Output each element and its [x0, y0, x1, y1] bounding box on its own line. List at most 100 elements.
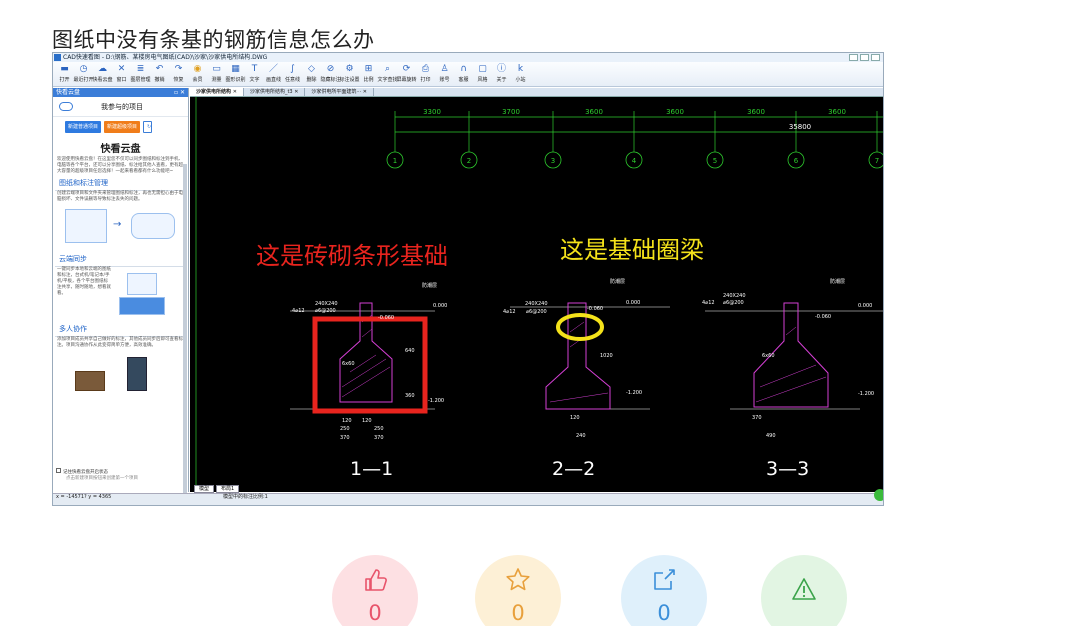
my-projects-row[interactable]: 我参与的项目 — [53, 97, 188, 117]
s1-dim-370b: 370 — [374, 435, 384, 441]
like-button[interactable]: 0 — [332, 555, 418, 626]
s1-rebar-tie: ⌀6@200 — [315, 308, 336, 314]
toolbar-button-24[interactable]: k 小站 — [511, 62, 530, 87]
toolbar-button-11[interactable]: ／ 画直线 — [264, 62, 283, 87]
toolbar-button-17[interactable]: ⌕ 文字查找 — [378, 62, 398, 87]
toolbar-button-21[interactable]: ∩ 客服 — [454, 62, 473, 87]
measure-icon: ▭ — [212, 64, 221, 74]
dim-3: 3600 — [585, 108, 603, 116]
tab-doc-1[interactable]: 沙家供电所结构 ✕ — [190, 88, 244, 96]
axis-7: 7 — [875, 157, 879, 165]
toolbar-button-14[interactable]: ⊘ 隐藏标注 — [320, 62, 341, 87]
sidebar-close-icon[interactable]: ▫ ✕ — [174, 88, 185, 97]
toolbar-button-3[interactable]: ✕ 窗口 — [112, 62, 131, 87]
vip-icon: ◉ — [193, 64, 202, 74]
minimize-icon[interactable] — [849, 54, 858, 61]
s2-dim-240: 240 — [576, 433, 586, 439]
toolbar-button-label: 文字 — [249, 77, 260, 83]
toolbar-button-8[interactable]: ▭ 测量 — [207, 62, 226, 87]
toolbar-button-label: 小站 — [515, 77, 526, 83]
cad-screenshot: CAD快速看图 - D:\钢筋、某楼房电气图纸(CAD)\沙家\沙家供电所结构.… — [52, 52, 884, 506]
axis-4: 4 — [632, 157, 637, 165]
toolbar-button-19[interactable]: ⎙ 打印 — [416, 62, 435, 87]
s3-rebar-tie: ⌀6@200 — [723, 300, 744, 306]
toolbar-button-label: 隐藏标注 — [320, 77, 341, 83]
toolbar-button-9[interactable]: ▦ 图形识别 — [226, 62, 246, 87]
sync-illustration — [117, 269, 177, 319]
toolbar-button-15[interactable]: ⚙ 标注设置 — [340, 62, 360, 87]
cursor-coords: x = -14571? y = 4365 — [56, 494, 112, 500]
toolbar-button-22[interactable]: ▢ 风格 — [473, 62, 492, 87]
toolbar-button-18[interactable]: ⟳ 屏幕旋转 — [397, 62, 417, 87]
tab-doc-2[interactable]: 沙家供电所结构_t3 ✕ — [244, 88, 306, 96]
remember-label: 记住快看云盘开启状态 — [63, 470, 108, 475]
toolbar-button-2[interactable]: ☁ 快看云盘 — [93, 62, 113, 87]
toolbar-button-label: 打印 — [420, 77, 431, 83]
toolbar-button-4[interactable]: ≣ 图层管理 — [131, 62, 151, 87]
toolbar-button-0[interactable]: ▬ 打开 — [55, 62, 74, 87]
tab-layout1[interactable]: 布局1 — [216, 485, 240, 493]
share-count: 0 — [657, 601, 671, 625]
toolbar-button-12[interactable]: ∫ 任意线 — [283, 62, 302, 87]
s1-level-1: -0.060 — [378, 315, 394, 321]
section-2-2: 防潮层 240X240 4⌀12 ⌀6@200 0.000 -0.060 -1.… — [503, 278, 670, 480]
toolbar-button-10[interactable]: T 文字 — [245, 62, 264, 87]
toolbar-button-1[interactable]: ◷ 最近打开 — [73, 62, 94, 87]
assist-icon[interactable] — [874, 489, 883, 501]
toolbar-button-13[interactable]: ◇ 删除 — [302, 62, 321, 87]
s3-level-0: 0.000 — [858, 303, 872, 309]
s1-floor: 防潮层 — [422, 282, 437, 289]
s3-floor: 防潮层 — [830, 278, 845, 285]
s3-dim-490: 490 — [766, 433, 776, 439]
new-advanced-project-button[interactable]: 新建超级项目 — [104, 121, 141, 133]
s2-rebar-tie: ⌀6@200 — [526, 309, 547, 315]
s2-level-2: -1.200 — [626, 390, 642, 396]
section-2-label: 2—2 — [552, 458, 595, 480]
s2-rebar-main: 4⌀12 — [503, 309, 516, 315]
axis-2: 2 — [467, 157, 471, 165]
note-ring-beam: 这是基础圈梁 — [560, 236, 704, 264]
new-normal-project-button[interactable]: 新建普通项目 — [65, 121, 102, 133]
style-icon: ▢ — [478, 64, 487, 74]
section-3-3: 防潮层 240X240 4⌀12 ⌀6@200 0.000 -0.060 -1.… — [702, 278, 883, 480]
favorite-button[interactable]: 0 — [475, 555, 561, 626]
toolbar-button-16[interactable]: ⊞ 比例 — [359, 62, 378, 87]
star-icon — [506, 568, 530, 591]
s2-beam: 240X240 — [525, 301, 548, 307]
maximize-icon[interactable] — [860, 54, 869, 61]
remember-checkbox[interactable] — [56, 468, 61, 473]
toolbar-button-20[interactable]: ♙ 账号 — [435, 62, 454, 87]
refresh-icon[interactable]: ↻ — [143, 121, 153, 133]
hide-icon: ⊘ — [326, 64, 335, 74]
s1-level-2: -1.200 — [428, 398, 444, 404]
sidebar-scrollbar[interactable] — [183, 164, 187, 504]
toolbar-button-5[interactable]: ↶ 撤销 — [150, 62, 169, 87]
toolbar-button-7[interactable]: ◉ 会员 — [188, 62, 207, 87]
project-button-row: 新建普通项目 新建超级项目 ↻ — [53, 117, 188, 137]
toolbar-button-label: 最近打开 — [73, 77, 94, 83]
text-icon: T — [251, 64, 258, 74]
window-icon: ✕ — [117, 64, 126, 74]
tab-model[interactable]: 模型 — [194, 485, 215, 493]
axis-6: 6 — [794, 157, 799, 165]
s1-dim-640: 640 — [405, 348, 415, 354]
toolbar-button-6[interactable]: ↷ 恢复 — [169, 62, 188, 87]
share-icon — [654, 569, 675, 590]
k-icon: k — [517, 64, 524, 74]
tab-doc-3[interactable]: 沙家供电所平面建筑··· ✕ — [305, 88, 374, 96]
drawing-area[interactable]: 沙家供电所结构 ✕ 沙家供电所结构_t3 ✕ 沙家供电所平面建筑··· ✕ 33… — [190, 88, 884, 492]
cad-canvas[interactable]: 3300 3700 3600 3600 3600 3600 35800 1 2 … — [190, 97, 884, 488]
undo-icon: ↶ — [155, 64, 164, 74]
layout-tabs: 模型 布局1 — [190, 485, 590, 493]
s3-level-1: -0.060 — [815, 314, 831, 320]
s3-rebar-main: 4⌀12 — [702, 300, 715, 306]
axis-3: 3 — [551, 157, 555, 165]
s1-rebar-main: 4⌀12 — [292, 308, 305, 314]
toolbar-button-23[interactable]: ⓘ 关于 — [492, 62, 511, 87]
share-button[interactable]: 0 — [621, 555, 707, 626]
close-icon[interactable] — [871, 54, 880, 61]
like-count: 0 — [368, 601, 382, 625]
status-bar: x = -14571? y = 4365 模型中的标注比例:1 — [53, 489, 883, 505]
report-button[interactable] — [761, 555, 847, 626]
dim-4: 3600 — [666, 108, 684, 116]
